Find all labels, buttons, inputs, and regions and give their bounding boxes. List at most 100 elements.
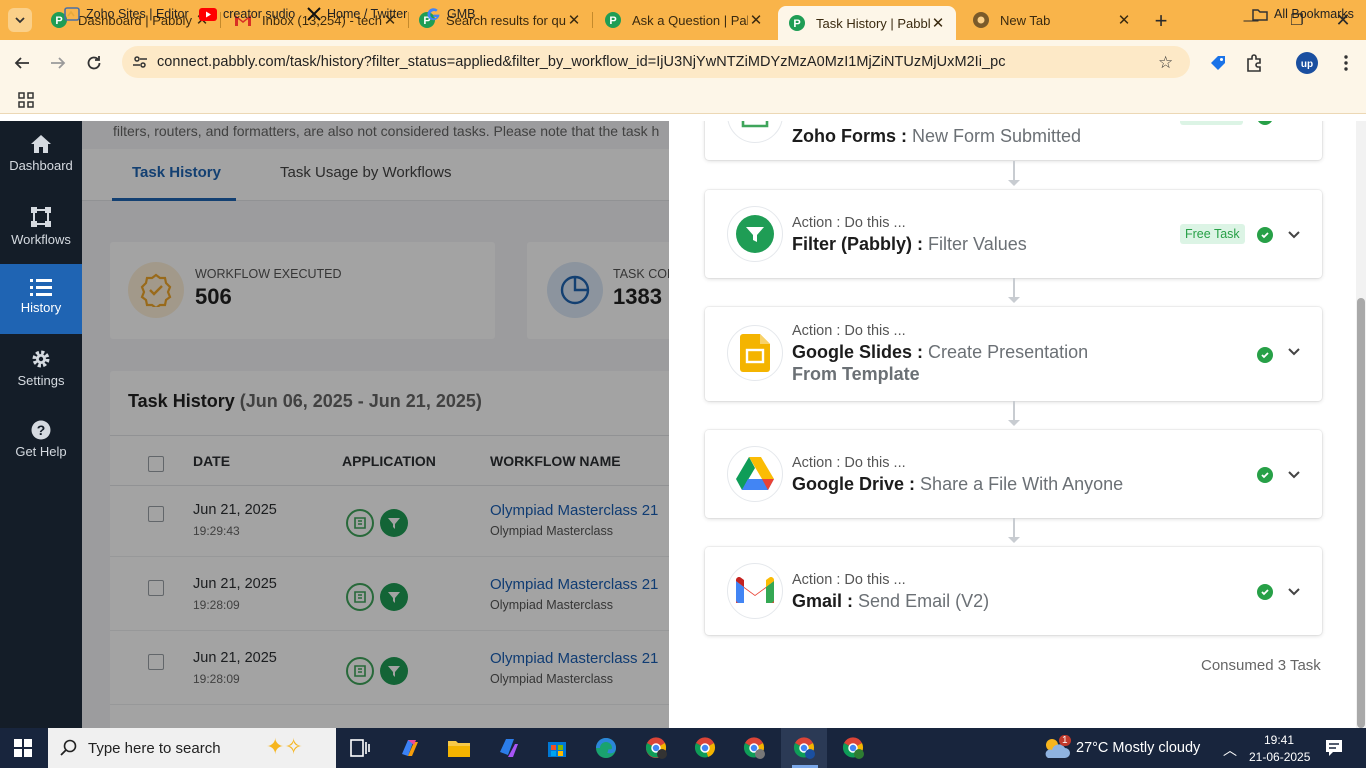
consumed-task-count: Consumed 3 Task bbox=[1201, 657, 1321, 674]
bookmark-zoho-sites[interactable]: Zoho Sites | Editor bbox=[64, 4, 189, 24]
clock-time[interactable]: 19:41 bbox=[1264, 733, 1294, 747]
sidebar-item-settings[interactable]: Settings bbox=[0, 349, 82, 409]
sidebar-item-label: Settings bbox=[17, 373, 65, 388]
address-bar[interactable]: connect.pabbly.com/task/history?filter_s… bbox=[122, 46, 1190, 78]
forward-arrow-icon bbox=[51, 57, 66, 69]
workflow-step-google-slides[interactable]: Action : Do this ... Google Slides : Cre… bbox=[705, 307, 1322, 401]
reload-button[interactable] bbox=[80, 50, 108, 76]
workflow-step-gmail[interactable]: Action : Do this ... Gmail : Send Email … bbox=[705, 547, 1322, 635]
taskbar-search-box[interactable]: Type here to search ✦✧ bbox=[48, 728, 336, 768]
zoho-forms-icon bbox=[727, 121, 783, 143]
google-drive-icon bbox=[727, 446, 783, 502]
avatar: up bbox=[1296, 52, 1318, 74]
chrome-profile-green-icon[interactable] bbox=[839, 734, 867, 762]
google-icon bbox=[426, 7, 441, 22]
tab-title: Task History | Pabbly bbox=[816, 15, 930, 31]
workflow-icon bbox=[31, 207, 51, 227]
tab-title: Ask a Question | Pabb bbox=[632, 12, 748, 28]
modal-backdrop[interactable] bbox=[82, 121, 669, 728]
step-title: Google Slides : Create Presentation bbox=[792, 342, 1089, 362]
chevron-down-icon[interactable] bbox=[1287, 585, 1301, 599]
new-tab-button[interactable]: + bbox=[1148, 8, 1174, 34]
zoho-sites-icon bbox=[64, 6, 80, 22]
step-title: Zoho Forms : New Form Submitted bbox=[792, 126, 1082, 146]
bookmark-creator-studio[interactable]: creator sudio bbox=[199, 4, 295, 24]
sidebar-item-history[interactable]: History bbox=[0, 264, 82, 334]
chrome-icon[interactable] bbox=[691, 734, 719, 762]
notification-icon[interactable] bbox=[1325, 739, 1343, 757]
all-bookmarks-button[interactable]: All Bookmarks bbox=[1252, 4, 1354, 24]
step-kicker: Action : Do this ... bbox=[792, 323, 906, 339]
chrome-profile-n-icon[interactable] bbox=[642, 734, 670, 762]
back-arrow-icon bbox=[14, 57, 29, 69]
forward-button[interactable] bbox=[44, 50, 72, 76]
bookmark-twitter[interactable]: Home / Twitter bbox=[307, 4, 407, 24]
bookmark-label: GMB bbox=[447, 7, 476, 21]
scrollbar-thumb[interactable] bbox=[1357, 298, 1365, 728]
microsoft-365-icon[interactable] bbox=[494, 734, 522, 762]
close-icon[interactable]: ✕ bbox=[566, 11, 582, 29]
folder-icon bbox=[1252, 8, 1268, 21]
tray-chevron-up-icon[interactable]: ︿ bbox=[1223, 740, 1237, 760]
file-explorer-icon[interactable] bbox=[445, 734, 473, 762]
windows-start-icon[interactable] bbox=[14, 739, 32, 757]
gmail-icon bbox=[727, 563, 783, 619]
browser-tab-active[interactable]: P Task History | Pabbly ✕ bbox=[778, 6, 956, 40]
profile-button[interactable]: up bbox=[1293, 50, 1321, 76]
success-check-icon bbox=[1257, 347, 1273, 363]
browser-menu-button[interactable] bbox=[1332, 50, 1360, 76]
workflow-step-filter[interactable]: Action : Do this ... Filter (Pabbly) : F… bbox=[705, 190, 1322, 278]
pabbly-icon: P bbox=[604, 11, 622, 29]
bookmark-gmb[interactable]: GMB bbox=[426, 4, 475, 24]
workflow-step-trigger[interactable]: Zoho Forms : New Form Submitted bbox=[705, 121, 1322, 160]
bookmark-label: Zoho Sites | Editor bbox=[86, 7, 189, 21]
browser-tab[interactable]: New Tab ✕ bbox=[962, 6, 1142, 34]
sidebar-item-dashboard[interactable]: Dashboard bbox=[0, 134, 82, 194]
success-check-icon bbox=[1257, 584, 1273, 600]
task-view-icon[interactable] bbox=[346, 734, 374, 762]
step-title: Google Drive : Share a File With Anyone bbox=[792, 474, 1124, 494]
tab-title: New Tab bbox=[1000, 12, 1051, 28]
home-icon bbox=[31, 135, 51, 153]
chevron-down-icon[interactable] bbox=[1287, 345, 1301, 359]
sidebar-item-get-help[interactable]: ? Get Help bbox=[0, 420, 82, 480]
search-placeholder: Type here to search bbox=[88, 739, 221, 757]
microsoft-store-icon[interactable] bbox=[543, 734, 571, 762]
chevron-down-icon[interactable] bbox=[1287, 468, 1301, 482]
step-title: Gmail : Send Email (V2) bbox=[792, 591, 990, 611]
bookmark-label: Home / Twitter bbox=[327, 7, 408, 21]
step-kicker: Action : Do this ... bbox=[792, 215, 906, 231]
clock-date[interactable]: 21-06-2025 bbox=[1249, 750, 1310, 764]
back-button[interactable] bbox=[8, 50, 36, 76]
success-check-icon bbox=[1257, 121, 1273, 125]
close-icon[interactable]: ✕ bbox=[748, 11, 764, 29]
close-icon[interactable]: ✕ bbox=[1116, 11, 1132, 29]
gear-icon bbox=[32, 350, 50, 368]
browser-tab[interactable]: P Ask a Question | Pabb ✕ bbox=[594, 6, 774, 34]
bookmark-star-icon[interactable]: ☆ bbox=[1158, 53, 1173, 73]
edge-icon[interactable] bbox=[592, 734, 620, 762]
extensions-menu-button[interactable] bbox=[1240, 50, 1268, 76]
success-check-icon bbox=[1257, 227, 1273, 243]
weather-text[interactable]: 27°C Mostly cloudy bbox=[1076, 740, 1200, 756]
filter-icon bbox=[727, 206, 783, 262]
pabbly-icon: P bbox=[788, 14, 806, 32]
workflow-step-google-drive[interactable]: Action : Do this ... Google Drive : Shar… bbox=[705, 430, 1322, 518]
tab-search-button[interactable] bbox=[8, 8, 32, 32]
reload-icon bbox=[87, 56, 101, 70]
chrome-profile-icon[interactable] bbox=[740, 734, 768, 762]
extension-tag-icon bbox=[1211, 56, 1225, 70]
copilot-icon[interactable] bbox=[396, 734, 424, 762]
extension-button[interactable] bbox=[1204, 50, 1232, 76]
chevron-down-icon[interactable] bbox=[1287, 228, 1301, 242]
url-text: connect.pabbly.com/task/history?filter_s… bbox=[157, 54, 1006, 70]
site-info-icon[interactable] bbox=[132, 54, 148, 70]
svg-text:up: up bbox=[1301, 59, 1313, 70]
bookmark-label: All Bookmarks bbox=[1274, 7, 1354, 21]
svg-text:P: P bbox=[55, 15, 62, 27]
puzzle-icon bbox=[1247, 54, 1261, 72]
sidebar-item-workflows[interactable]: Workflows bbox=[0, 206, 82, 266]
close-icon[interactable]: ✕ bbox=[930, 14, 946, 32]
apps-grid-icon[interactable] bbox=[18, 92, 34, 108]
chrome-profile-up-icon[interactable] bbox=[790, 734, 818, 762]
